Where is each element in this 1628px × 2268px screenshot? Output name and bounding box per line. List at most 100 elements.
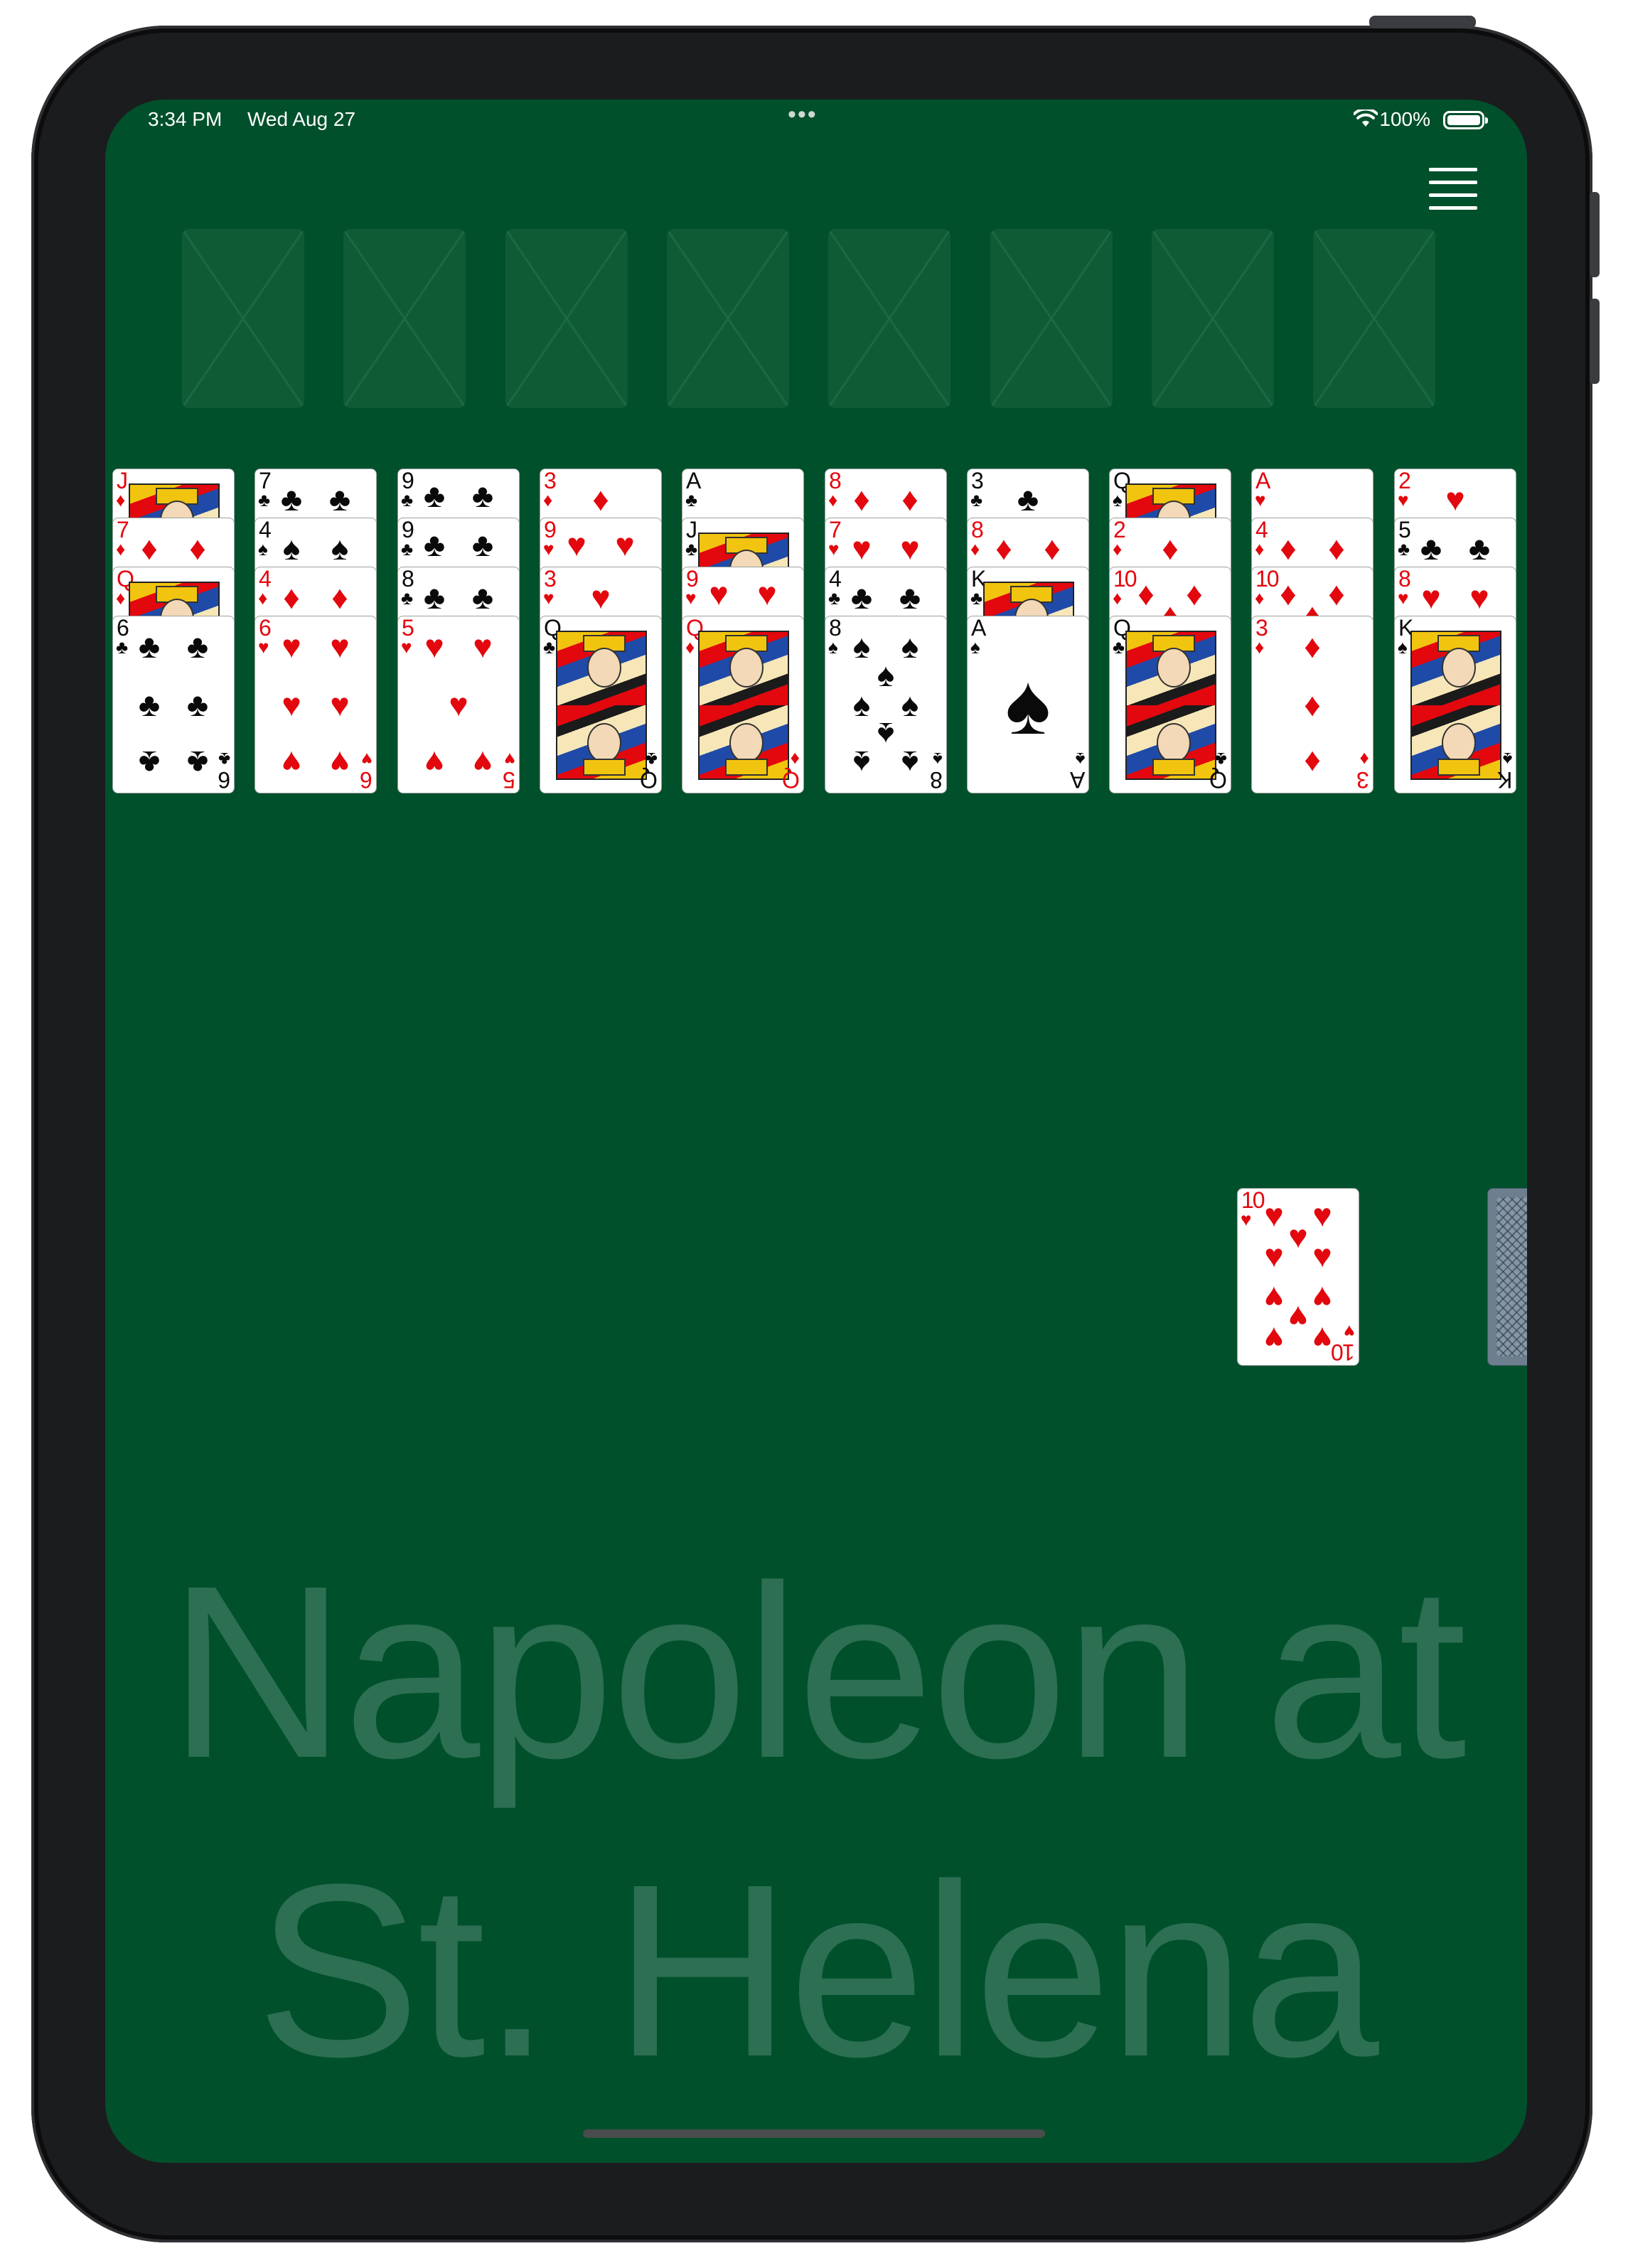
card-pip-icon: ♥ [1421,579,1441,616]
card-suit-icon: ♠ [1398,636,1408,658]
wifi-icon [1354,109,1378,127]
empty-slot-x-icon [828,229,950,408]
tableau-card[interactable]: K ♠ K ♠ [1394,616,1516,793]
card-back [1496,1197,1527,1357]
card-pip-icon: ♥ [1288,1217,1308,1255]
card-pip-icon: ♦ [1044,530,1061,567]
tableau-card[interactable]: 6 ♣ ♣ ♣ ♣ ♣ ♣ ♣ 6 ♣ [112,616,235,793]
card-pip-icon: ♦ [1162,530,1179,567]
card-pip-icon: ♣ [471,477,494,515]
hamburger-menu-icon [1429,168,1477,171]
empty-slot-x-icon [667,229,789,408]
card-pip-icon: ♥ [1264,1197,1284,1234]
tableau-card[interactable]: 3♦♦♦♦3♦ [1251,616,1373,793]
foundation-slot[interactable] [182,229,304,408]
card-pip-icon: ♦ [1304,744,1321,781]
card-pip-icon: ♦ [901,481,919,518]
card-pip-icon: ♣ [423,526,446,564]
menu-button[interactable] [1429,168,1479,210]
foundation-slot[interactable] [990,229,1113,408]
tableau-card[interactable]: 5 ♥ ♥ ♥ ♥ ♥ ♥ 5 ♥ [397,616,520,793]
card-pip-icon: ♠ [282,530,301,567]
card-suit-icon: ♦ [685,636,695,658]
tableau-card[interactable]: Q ♣ Q ♣ [540,616,662,793]
card-pip-icon: ♣ [423,477,446,515]
card-pip-icon: ♥ [1312,1279,1332,1317]
card-pip-icon: ♦ [283,579,300,616]
game-title-line-1: Napoleon at [168,1535,1467,1809]
volume-down-button [1590,299,1600,384]
card-pip-icon: ♥ [1445,481,1465,518]
tableau-card[interactable]: 6 ♥ ♥ ♥ ♥ ♥ ♥ ♥ 6 ♥ [255,616,377,793]
card-pip-icon: ♦ [995,530,1012,567]
card-pip-icon: ♠ [331,530,349,567]
card-pip-icon: ♣ [850,579,873,616]
face-card-portrait [698,631,789,780]
battery-icon [1443,111,1488,129]
card-pip-icon: ♥ [1312,1197,1332,1234]
card-pip-icon: ♣ [423,579,446,616]
foundation-slot[interactable] [1313,229,1435,408]
foundation-slot[interactable] [1152,229,1274,408]
card-pip-icon: ♦ [853,481,870,518]
card-pip-icon: ♥ [757,575,777,613]
card-pip-icon: ♦ [592,481,609,518]
card-suit-icon: ♦ [116,489,126,510]
card-pip-icon: ♣ [186,686,209,723]
foundation-slot[interactable] [828,229,950,408]
card-pip-icon: ♣ [138,686,161,723]
multitasking-dots-icon[interactable]: ••• [788,101,818,129]
empty-slot-x-icon [990,229,1113,408]
face-card-portrait [1125,631,1216,780]
foundation-slot[interactable] [505,229,628,408]
foundation-slot[interactable] [667,229,789,408]
card-suit-icon: ♣ [685,538,698,560]
empty-slot-x-icon [182,229,304,408]
card-pip-icon: ♥ [424,744,444,781]
card-pip-icon: ♥ [1312,1237,1332,1275]
stock-pile[interactable] [1487,1188,1527,1366]
face-card-portrait [1410,631,1501,780]
card-pip-icon: ♥ [1264,1320,1284,1357]
tableau-card[interactable]: Q ♣ Q ♣ [1109,616,1231,793]
card-pip-icon: ♣ [1468,530,1491,567]
card-pip-icon: ♦ [1328,575,1345,613]
card-pip-icon: ♥ [852,530,872,567]
card-pip-icon: ♠ [852,628,871,665]
empty-slot-x-icon [505,229,628,408]
card-pip-icon: ♥ [424,628,444,665]
battery-percent: 100% [1379,108,1430,130]
card-pip-icon: ♥ [591,579,611,616]
card-pip-icon: ♠ [852,686,871,723]
empty-slot-x-icon [1313,229,1435,408]
card-pip-icon: ♣ [1420,530,1442,567]
status-time: 3:34 PM [148,108,223,130]
card-pip-icon: ♦ [189,530,206,567]
card-pip-icon: ♥ [1264,1279,1284,1317]
card-pip-icon: ♦ [1304,686,1321,723]
tableau-card[interactable]: Q♦Q♦ [682,616,804,793]
card-pip-icon: ♣ [138,628,161,665]
card-pip-icon: ♥ [1288,1299,1308,1337]
card-pip-icon: ♥ [330,744,350,781]
empty-slot-x-icon [343,229,466,408]
card-pip-icon: ♥ [1312,1320,1332,1357]
card-pip-icon: ♥ [900,530,920,567]
tableau-card[interactable]: A ♠ ♠ A ♠ [967,616,1089,793]
card-pip-icon: ♣ [186,628,209,665]
volume-up-button [1590,192,1600,277]
foundation-slot[interactable] [343,229,466,408]
card-pip-icon: ♦ [1137,575,1155,613]
tableau-card[interactable]: 8 ♠ ♠ ♠ ♠ ♠ ♠ ♠ ♠ ♠ 8 ♠ [825,616,947,793]
card-pip-icon: ♦ [1328,530,1345,567]
card-pip-icon: ♥ [1264,1237,1284,1275]
card-pip-icon: ♣ [1017,481,1039,518]
card-pip-icon: ♥ [615,526,635,564]
game-screen: 3:34 PM Wed Aug 27 ••• 100% J♦J♦7♦♦♦♦♦♦♦… [105,100,1527,2163]
waste-card[interactable]: 10 ♥ ♥ ♥ ♥ ♥ ♥ ♥ ♥ ♥ ♥ ♥ 10 ♥ [1237,1188,1359,1366]
card-suit-icon: ♦ [116,587,126,609]
empty-slot-x-icon [1152,229,1274,408]
card-pip-icon: ♥ [567,526,587,564]
card-pip-icon: ♥ [473,744,493,781]
card-pip-icon: ♥ [330,686,350,723]
